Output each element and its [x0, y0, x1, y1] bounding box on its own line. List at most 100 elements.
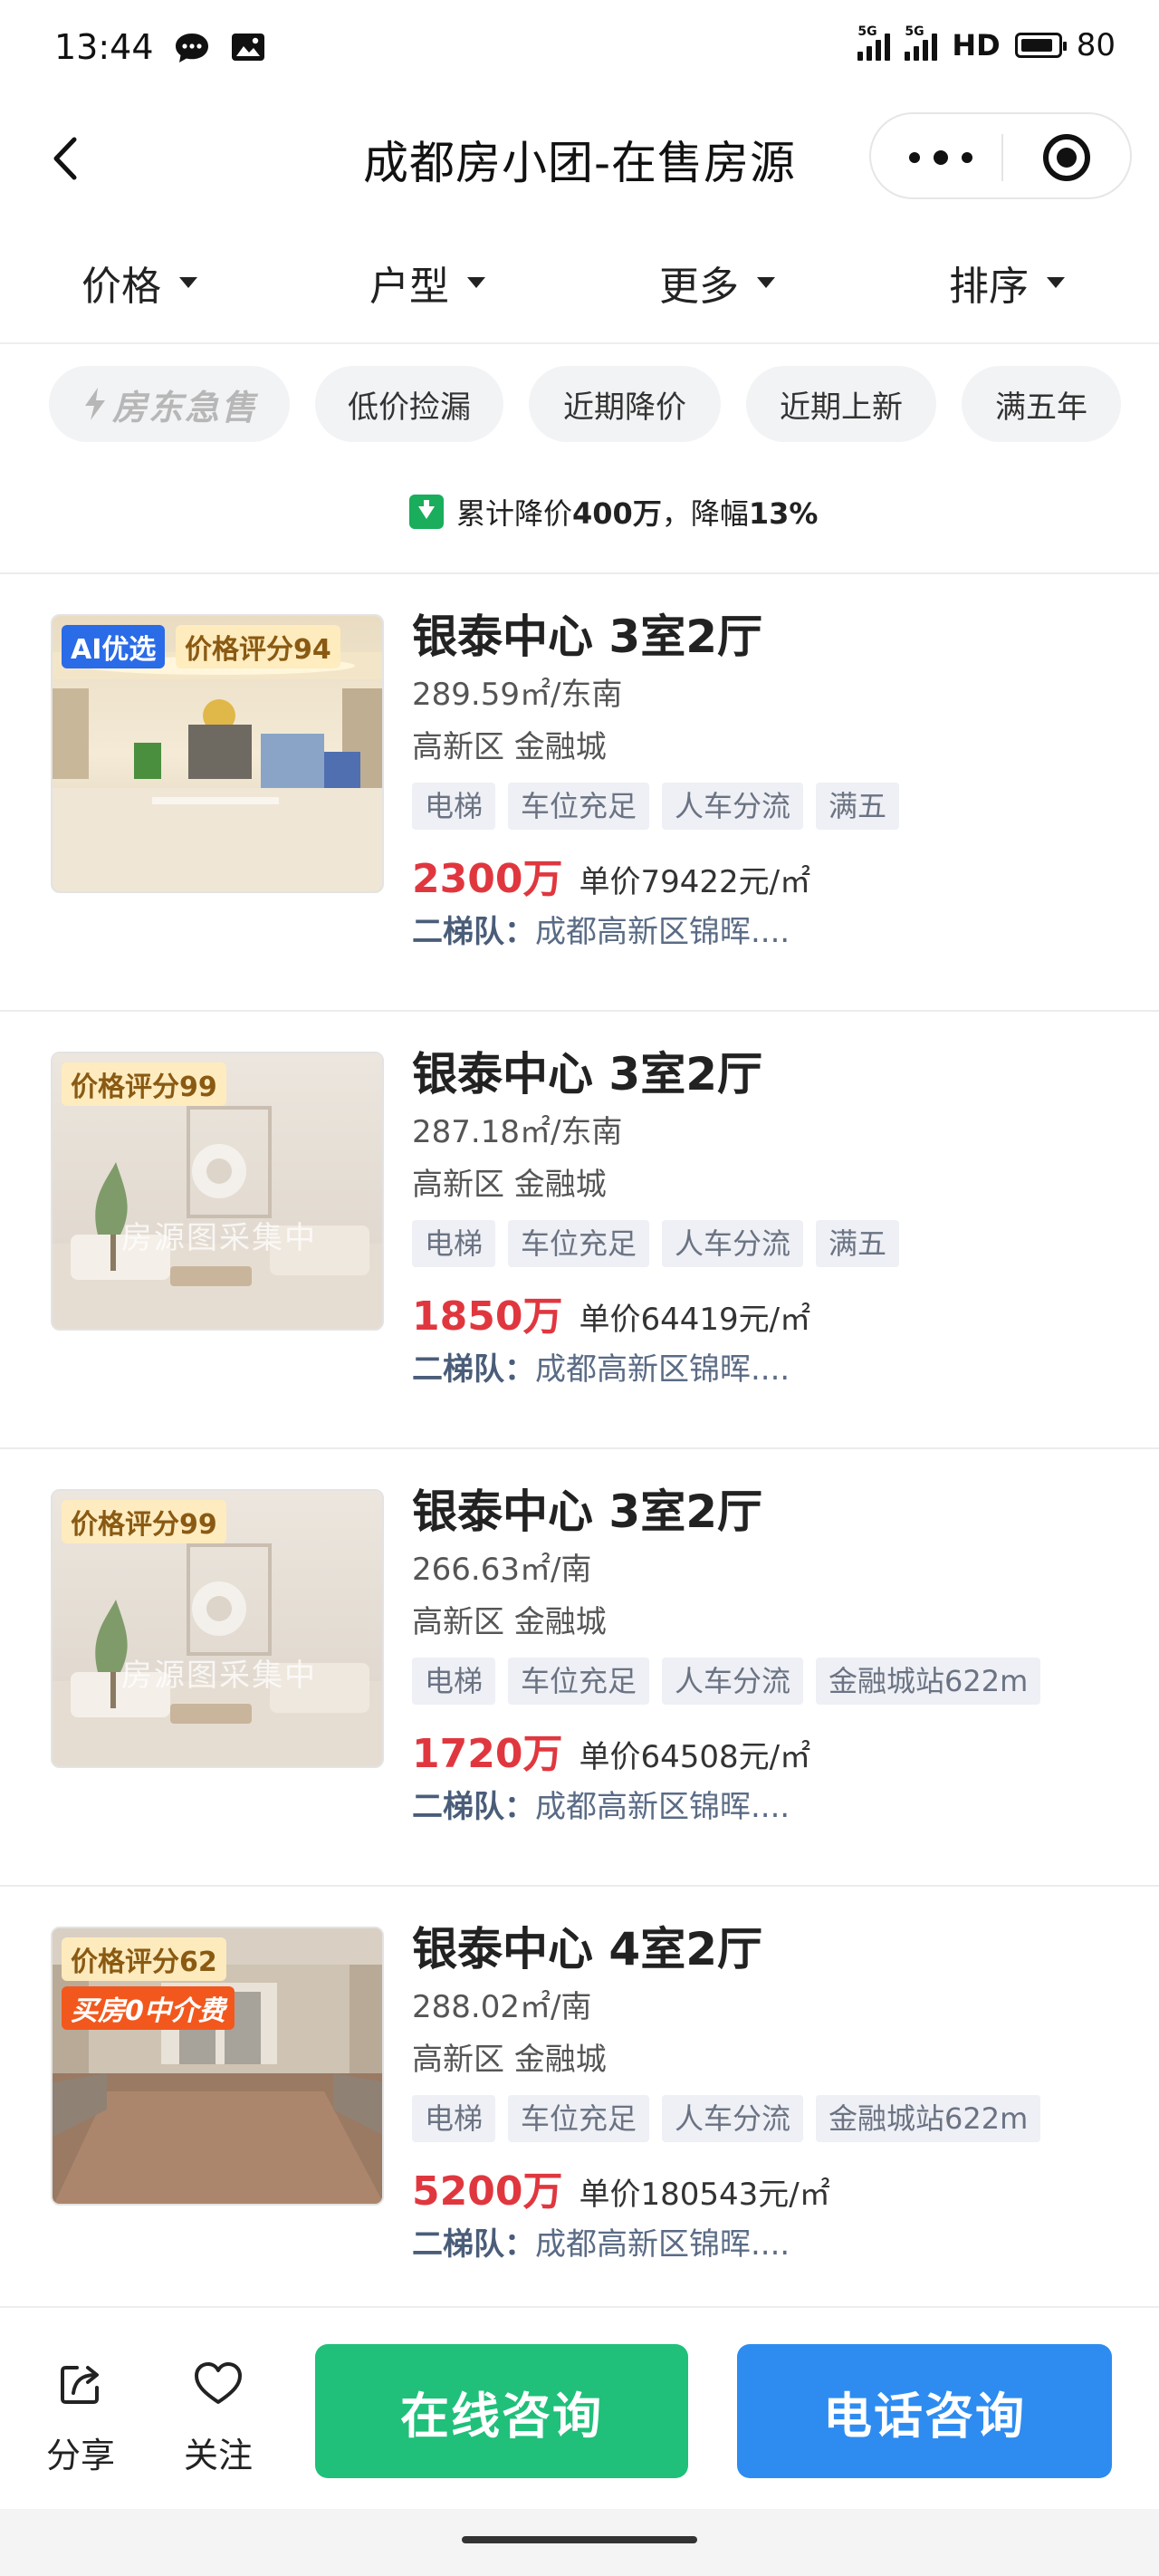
- share-label: 分享: [45, 2436, 115, 2475]
- home-indicator[interactable]: [462, 2536, 697, 2543]
- heart-icon: [195, 2362, 242, 2404]
- listing-photo: 价格评分62 买房0中介费: [51, 1927, 384, 2206]
- listing-tag: 金融城站622m: [816, 2095, 1041, 2142]
- listing-card[interactable]: 价格评分99 房源图采集中 银泰中心 3室2厅 287.18㎡/东南 高新区 金…: [0, 1012, 1159, 1449]
- listing-partial[interactable]: 累计降价400万，降幅13%: [0, 442, 1159, 574]
- agent-team-text: 成都高新区锦晖....: [535, 2226, 790, 2263]
- listing-tag: 电梯: [412, 1658, 496, 1705]
- listing-price-line: 1850万 单价64419元/㎡: [412, 1283, 1136, 1343]
- status-time: 13:44: [54, 27, 154, 67]
- listing-total-price: 1850万: [412, 1293, 563, 1340]
- listing-district: 高新区 金融城: [412, 1167, 607, 1203]
- ai-pick-badge: AI优选: [62, 625, 166, 668]
- price-score-badge: 价格评分62: [62, 1937, 226, 1981]
- chip-label: 满五年: [995, 389, 1087, 426]
- listing-total-price: 1720万: [412, 1731, 563, 1777]
- chip-label: 低价捡漏: [348, 389, 471, 426]
- bottom-action-bar: 分享 关注 在线咨询 电话咨询: [0, 2306, 1159, 2509]
- price-drop-prefix: 累计降价: [456, 496, 573, 531]
- listing-tags: 电梯 车位充足 人车分流 金融城站622m: [412, 1658, 1136, 1708]
- listing-district: 高新区 金融城: [412, 2042, 607, 2078]
- capsule-divider: [1001, 134, 1003, 181]
- listing-total-price: 5200万: [412, 2168, 563, 2215]
- listing-area: 288.02㎡/南: [412, 1989, 592, 2025]
- share-icon: [61, 2366, 99, 2404]
- price-score-badge: 价格评分94: [176, 625, 340, 668]
- follow-button[interactable]: 关注: [168, 2351, 268, 2478]
- hd-indicator: HD: [952, 28, 1001, 62]
- listing-tag: 电梯: [412, 2095, 496, 2142]
- listing-agent-team: 二梯队：成都高新区锦晖....: [412, 906, 1136, 958]
- phone-consult-button[interactable]: 电话咨询: [737, 2344, 1112, 2478]
- listing-card[interactable]: 价格评分99 房源图采集中 银泰中心 3室2厅 266.63㎡/南 高新区 金融…: [0, 1449, 1159, 1887]
- listing-tag: 车位充足: [508, 1220, 650, 1267]
- chip-label: 近期上新: [780, 389, 903, 426]
- system-nav-area: [0, 2509, 1159, 2576]
- price-drop-separator: ，降幅: [661, 496, 749, 531]
- battery-level: 80: [1076, 27, 1116, 63]
- filter-label: 户型: [369, 264, 449, 310]
- chat-bubble-icon: [176, 34, 208, 62]
- caret-down-icon: [757, 277, 775, 288]
- listing-agent-team: 二梯队：成都高新区锦晖....: [412, 1781, 1136, 1833]
- nav-bar: 成都房小团-在售房源: [0, 100, 1159, 217]
- caret-down-icon: [467, 277, 485, 288]
- filter-price[interactable]: 价格: [81, 254, 197, 312]
- price-drop-amount: 400万: [572, 496, 662, 531]
- close-mini-program-icon[interactable]: [1043, 134, 1090, 181]
- listing-tags: 电梯 车位充足 人车分流 金融城站622m: [412, 2095, 1136, 2146]
- chip-landlord-urgent[interactable]: 房东急售: [49, 366, 290, 442]
- placeholder-watermark: 房源图采集中: [121, 1220, 317, 1256]
- listing-tag: 人车分流: [662, 1658, 804, 1705]
- listing-area: 266.63㎡/南: [412, 1552, 592, 1588]
- chip-recent-new[interactable]: 近期上新: [746, 366, 936, 442]
- share-button[interactable]: 分享: [31, 2351, 130, 2478]
- chip-label: 房东急售: [111, 387, 257, 428]
- filter-more[interactable]: 更多: [659, 254, 775, 312]
- signal-icon: 5G: [905, 24, 938, 61]
- more-icon[interactable]: [909, 145, 972, 170]
- listing-district: 高新区 金融城: [412, 1604, 607, 1640]
- agent-team-text: 成都高新区锦晖....: [535, 1351, 790, 1388]
- listing-area: 289.59㎡/东南: [412, 677, 623, 713]
- lightning-icon: [84, 388, 105, 420]
- chip-recent-drop[interactable]: 近期降价: [529, 366, 721, 442]
- listing-card[interactable]: AI优选 价格评分94 银泰中心 3室2厅 289.59㎡/东南 高新区 金融城…: [0, 574, 1159, 1012]
- price-score-badge: 价格评分99: [62, 1500, 226, 1543]
- zero-fee-badge: 买房0中介费: [62, 1986, 235, 2030]
- listing-area: 287.18㎡/东南: [412, 1114, 623, 1150]
- listing-agent-team: 二梯队：成都高新区锦晖....: [412, 1343, 1136, 1396]
- filter-label: 更多: [659, 264, 739, 310]
- listing-district: 高新区 金融城: [412, 729, 607, 765]
- listing-tag: 车位充足: [508, 1658, 650, 1705]
- filter-layout[interactable]: 户型: [369, 254, 485, 312]
- online-consult-button[interactable]: 在线咨询: [315, 2344, 688, 2478]
- listing-total-price: 2300万: [412, 856, 563, 902]
- image-icon: [232, 34, 264, 61]
- filter-label: 价格: [81, 264, 161, 310]
- caret-down-icon: [179, 277, 197, 288]
- listing-unit-price: 单价64419元/㎡: [579, 1302, 811, 1338]
- follow-label: 关注: [183, 2436, 253, 2475]
- listing-unit-price: 单价64508元/㎡: [579, 1739, 811, 1775]
- listing-title: 银泰中心 3室2厅: [412, 610, 762, 663]
- listing-tag: 金融城站622m: [816, 1658, 1041, 1705]
- chip-five-years[interactable]: 满五年: [962, 366, 1121, 442]
- listing-price-line: 5200万 单价180543元/㎡: [412, 2158, 1136, 2218]
- listing-tag: 满五: [816, 783, 900, 830]
- listing-title: 银泰中心 3室2厅: [412, 1485, 762, 1538]
- agent-team-text: 成都高新区锦晖....: [535, 914, 790, 950]
- listing-tag: 人车分流: [662, 783, 804, 830]
- price-drop-rate: 13%: [748, 496, 819, 531]
- signal-icon: 5G: [857, 24, 891, 61]
- arrow-down-icon: [409, 495, 444, 529]
- chip-low-price[interactable]: 低价捡漏: [315, 366, 503, 442]
- agent-team-label: 二梯队：: [412, 1789, 535, 1825]
- quick-filter-chips: 房东急售 低价捡漏 近期降价 近期上新 满五年: [0, 366, 1159, 442]
- listing-unit-price: 单价180543元/㎡: [579, 2177, 830, 2213]
- filter-label: 排序: [949, 264, 1029, 310]
- listing-card[interactable]: 价格评分62 买房0中介费 银泰中心 4室2厅 288.02㎡/南 高新区 金融…: [0, 1887, 1159, 2306]
- listing-price-line: 1720万 单价64508元/㎡: [412, 1721, 1136, 1781]
- filter-sort[interactable]: 排序: [949, 254, 1065, 312]
- mini-program-capsule: [869, 112, 1132, 199]
